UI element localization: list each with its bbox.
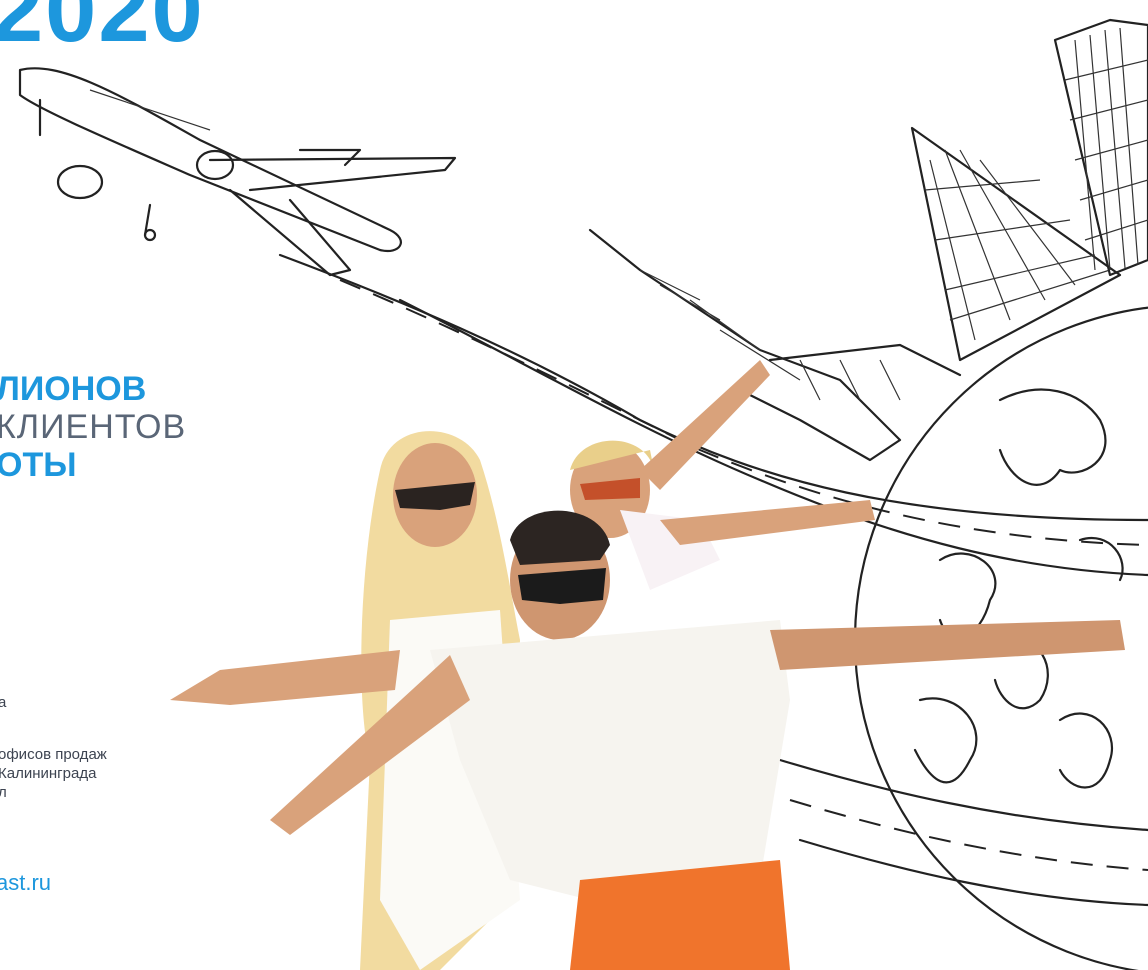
website-link[interactable]: ast.ru [0, 870, 51, 896]
family-photo [170, 360, 1125, 970]
info-text-2-line-1: офисов продаж [0, 746, 107, 763]
headline-line-3: ОТЫ [0, 446, 77, 485]
info-text-2-line-3: л [0, 783, 7, 801]
info-text-2-line-2: Калининграда [0, 764, 97, 782]
pyramid-sketch [910, 126, 1122, 362]
info-text-2: офисов продаж Калининграда л [0, 746, 107, 802]
headline-line-2: КЛИЕНТОВ [0, 408, 187, 447]
airplane-sketch [18, 67, 457, 277]
headline-line-1: ЛИОНОВ [0, 370, 147, 408]
leaning-tower-sketch [1053, 18, 1148, 277]
travel-illustration [18, 18, 1148, 970]
headline-block: ЛИОНОВ КЛИЕНТОВ ОТЫ [0, 370, 186, 484]
eiffel-tower-sketch [588, 228, 962, 462]
info-text-1: а [0, 694, 7, 711]
